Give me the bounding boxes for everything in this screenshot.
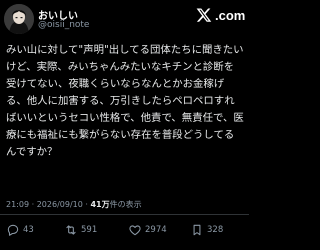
bookmark-button[interactable]: 328 — [190, 222, 223, 238]
divider — [0, 214, 249, 215]
bookmark-icon — [193, 224, 201, 236]
x-icon — [196, 8, 212, 22]
user-handle[interactable]: @oisii_note — [38, 20, 89, 30]
like-button[interactable]: 2974 — [128, 222, 167, 238]
heart-icon — [129, 225, 141, 236]
action-bar: 43 591 2974 328 — [0, 222, 249, 238]
meta-separator: · — [31, 200, 35, 209]
tweet-meta: 21:09 · 2026/09/10 · 41万件の表示 — [6, 199, 142, 210]
avatar-illustration — [4, 4, 34, 34]
views-label: 件の表示 — [109, 200, 142, 209]
logo-text: .com — [215, 7, 246, 23]
reply-count: 43 — [23, 225, 34, 235]
x-logo: .com — [196, 6, 245, 24]
reply-icon — [7, 224, 19, 236]
views-count[interactable]: 41万 — [90, 200, 109, 209]
retweet-icon — [66, 225, 76, 235]
tweet-text: みい山に対して"声明"出してる団体たちに聞きたいけど、実際、みいちゃんみたいなキ… — [6, 44, 244, 158]
reply-button[interactable]: 43 — [6, 222, 34, 238]
tweet-header: おいしい @oisii_note .com — [0, 0, 249, 38]
bookmark-count: 328 — [207, 225, 224, 235]
retweet-button[interactable]: 591 — [64, 222, 97, 238]
like-count: 2974 — [145, 225, 167, 235]
meta-separator: · — [85, 200, 88, 209]
retweet-count: 591 — [81, 225, 98, 235]
avatar[interactable] — [4, 4, 34, 34]
tweet-date[interactable]: 2026/09/10 — [37, 200, 83, 209]
tweet-time[interactable]: 21:09 — [6, 200, 29, 209]
